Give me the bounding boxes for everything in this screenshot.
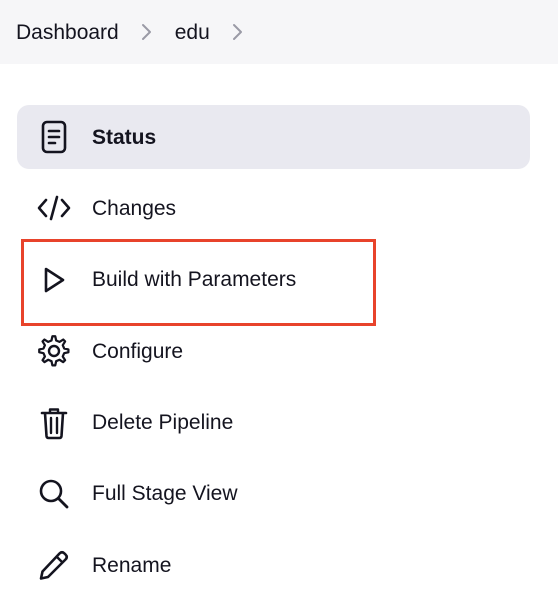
gear-icon bbox=[37, 334, 71, 368]
breadcrumb-item-dashboard[interactable]: Dashboard bbox=[16, 22, 119, 43]
task-label: Rename bbox=[92, 553, 172, 577]
chevron-right-icon bbox=[119, 20, 175, 44]
task-label: Configure bbox=[92, 339, 184, 363]
task-label: Delete Pipeline bbox=[92, 411, 234, 435]
pencil-icon bbox=[37, 548, 71, 582]
task-build-with-parameters[interactable]: Build with Parameters bbox=[17, 248, 530, 312]
task-label: Build with Parameters bbox=[92, 268, 297, 292]
play-icon bbox=[37, 263, 71, 297]
trash-icon bbox=[37, 406, 71, 440]
task-configure[interactable]: Configure bbox=[17, 319, 530, 383]
task-status[interactable]: Status bbox=[17, 105, 530, 169]
task-label: Status bbox=[92, 125, 157, 149]
task-rename[interactable]: Rename bbox=[17, 533, 530, 597]
side-panel-tasks: Status Changes Build with Parameters Con… bbox=[17, 105, 530, 605]
breadcrumb: Dashboard edu bbox=[0, 0, 558, 64]
task-changes[interactable]: Changes bbox=[17, 176, 530, 240]
task-label: Full Stage View bbox=[92, 482, 238, 506]
task-delete-pipeline[interactable]: Delete Pipeline bbox=[17, 391, 530, 455]
task-label: Changes bbox=[92, 196, 177, 220]
task-full-stage-view[interactable]: Full Stage View bbox=[17, 462, 530, 526]
chevron-right-icon[interactable] bbox=[210, 20, 266, 44]
breadcrumb-item-edu[interactable]: edu bbox=[175, 22, 210, 43]
document-icon bbox=[37, 120, 71, 154]
search-icon bbox=[37, 477, 71, 511]
code-icon bbox=[37, 191, 71, 225]
